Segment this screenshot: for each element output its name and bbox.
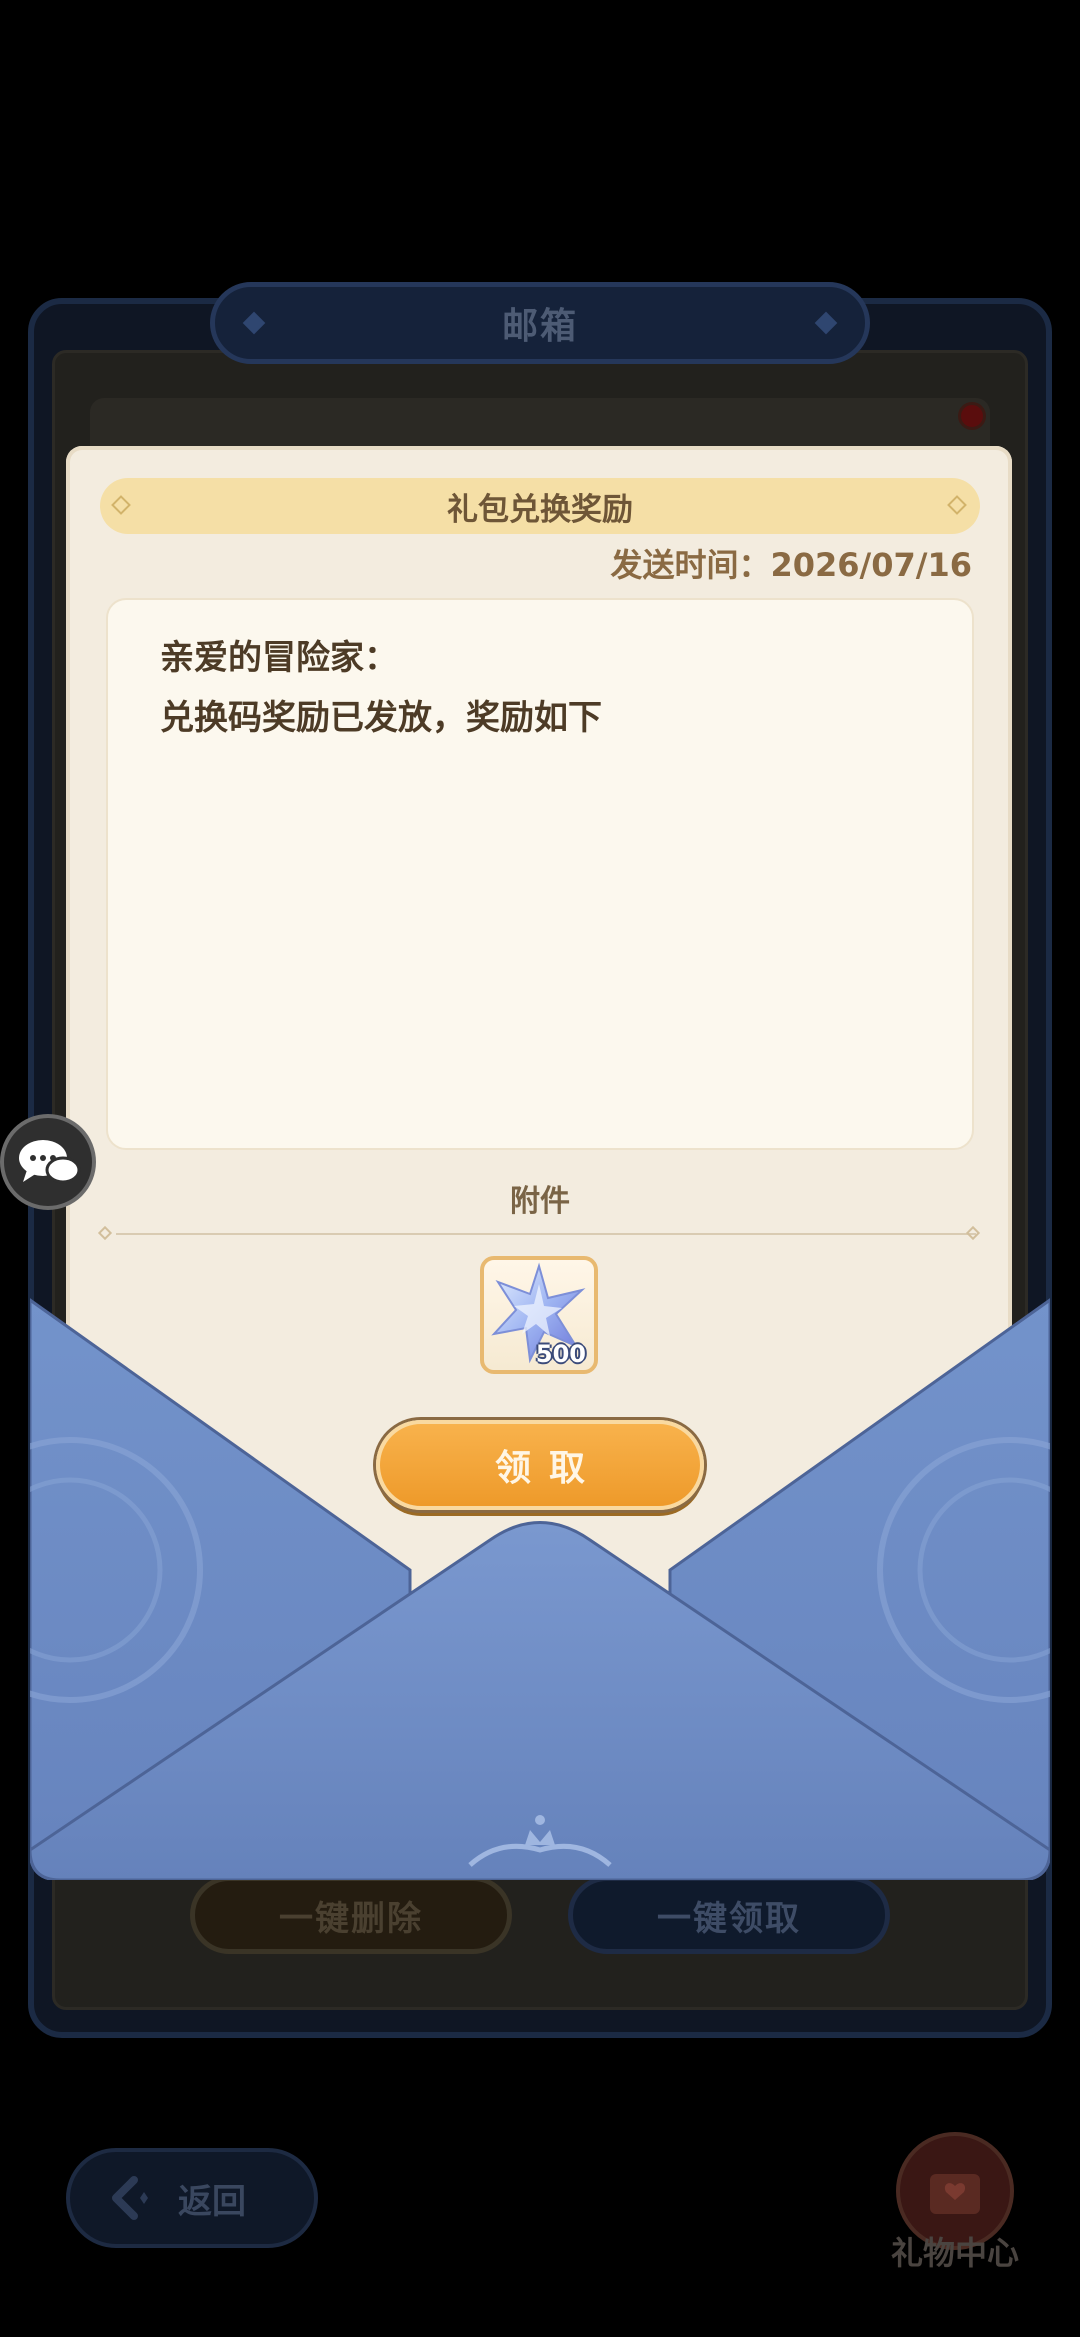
send-time: 发送时间：2026/07/16 bbox=[610, 546, 972, 584]
delete-all-button[interactable]: 一键删除 bbox=[190, 1876, 512, 1954]
subject-banner: 礼包兑换奖励 bbox=[100, 478, 980, 534]
back-button[interactable]: 返回 bbox=[66, 2148, 318, 2248]
unread-indicator-icon bbox=[958, 402, 986, 430]
letter-body: 兑换码奖励已发放，奖励如下 bbox=[160, 698, 602, 738]
gift-center-label[interactable]: 礼物中心 bbox=[870, 2228, 1040, 2274]
chat-bubble-button[interactable] bbox=[0, 1114, 96, 1210]
envelope-icon bbox=[30, 1298, 1050, 1880]
attachment-label: 附件 bbox=[510, 1184, 570, 1219]
back-label: 返回 bbox=[178, 2181, 246, 2222]
mailbox-title: 邮箱 bbox=[501, 306, 578, 347]
back-arrow-icon bbox=[112, 2176, 148, 2220]
chat-bubble-icon bbox=[19, 1140, 81, 1184]
letter-subject: 礼包兑换奖励 bbox=[447, 491, 633, 528]
letter-greeting: 亲爱的冒险家： bbox=[160, 638, 398, 678]
message-box: 亲爱的冒险家： 兑换码奖励已发放，奖励如下 bbox=[106, 598, 974, 1150]
mailbox-header: 邮箱 bbox=[210, 282, 870, 364]
claim-all-button[interactable]: 一键领取 bbox=[568, 1876, 890, 1954]
attachment-divider bbox=[116, 1233, 976, 1235]
claim-all-label: 一键领取 bbox=[657, 1898, 801, 1939]
delete-all-label: 一键删除 bbox=[279, 1898, 423, 1939]
